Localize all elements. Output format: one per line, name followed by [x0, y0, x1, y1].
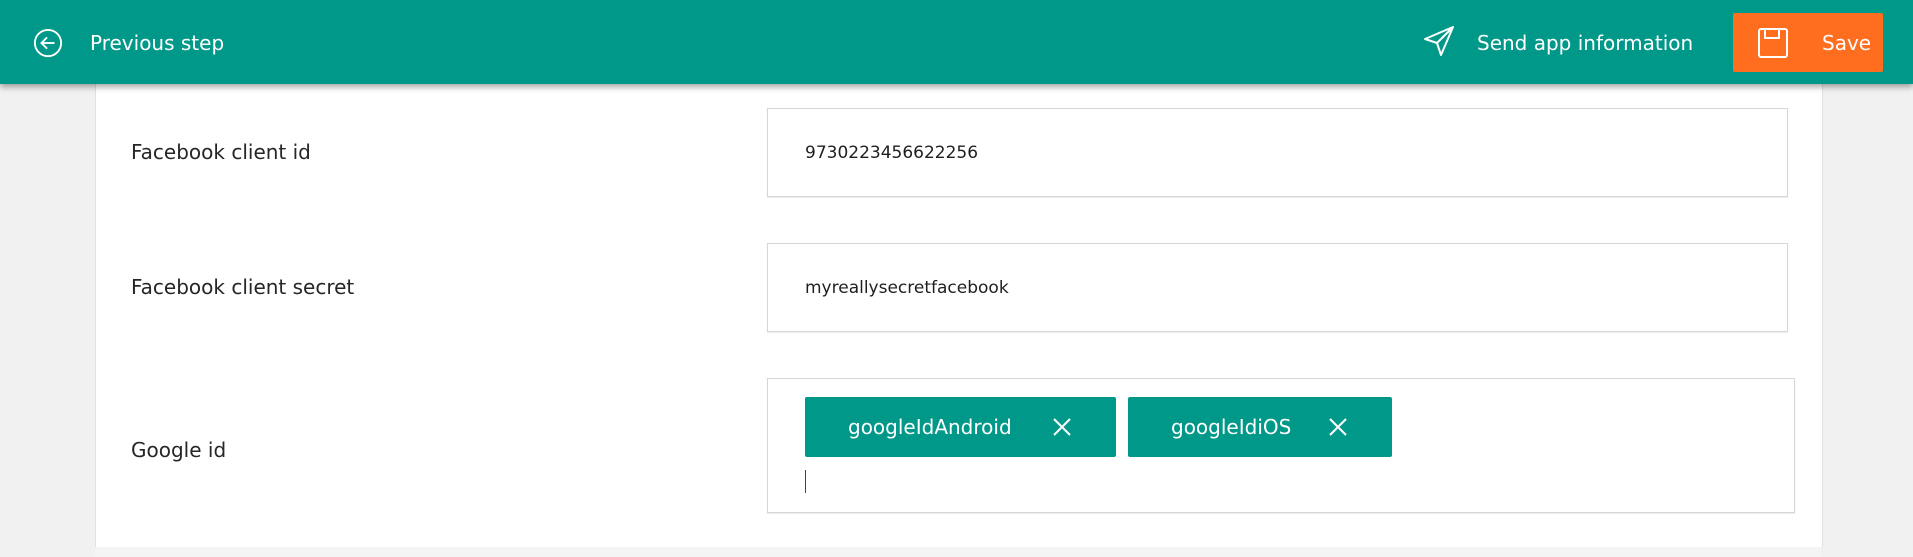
text-cursor [805, 470, 806, 493]
facebook-client-secret-label: Facebook client secret [131, 275, 355, 299]
top-toolbar: Previous step Send app information Save [0, 0, 1913, 84]
facebook-client-secret-field[interactable]: myreallysecretfacebook [767, 243, 1788, 332]
tag-chip-label: googleIdiOS [1171, 415, 1292, 439]
card-footer-strip [95, 547, 1821, 557]
facebook-client-id-value: 9730223456622256 [805, 142, 979, 163]
facebook-client-id-label: Facebook client id [131, 140, 311, 164]
google-id-tag-input[interactable]: googleIdAndroid googleIdiOS [767, 378, 1795, 513]
facebook-client-secret-value: myreallysecretfacebook [805, 277, 1009, 298]
facebook-client-id-field[interactable]: 9730223456622256 [767, 108, 1788, 197]
save-button[interactable]: Save [1733, 13, 1883, 72]
floppy-disk-icon [1757, 27, 1789, 59]
save-label: Save [1822, 30, 1872, 55]
previous-step-label: Previous step [90, 31, 225, 55]
send-app-information-button[interactable]: Send app information [1422, 26, 1693, 60]
tag-chip: googleIdiOS [1128, 397, 1392, 457]
paper-plane-icon [1422, 24, 1456, 62]
remove-tag-close-icon[interactable] [1052, 417, 1072, 437]
google-id-label: Google id [131, 438, 227, 462]
remove-tag-close-icon[interactable] [1328, 417, 1348, 437]
tag-chip: googleIdAndroid [805, 397, 1116, 457]
back-arrow-circle-icon [33, 28, 63, 58]
previous-step-button[interactable]: Previous step [33, 27, 224, 59]
send-app-information-label: Send app information [1477, 31, 1694, 55]
tag-chip-label: googleIdAndroid [848, 415, 1012, 439]
